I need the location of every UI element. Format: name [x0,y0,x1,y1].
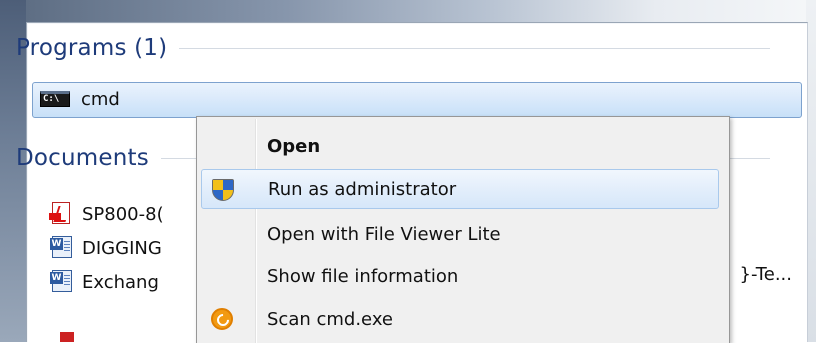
menu-item-open[interactable]: Open [199,126,723,166]
programs-header-label: Programs (1) [16,35,168,61]
menu-item-scan-cmd[interactable]: Scan cmd.exe [199,299,723,339]
pdf-icon [49,202,74,226]
document-label: Exchang [82,271,159,293]
menu-item-run-as-administrator[interactable]: Run as administrator [201,169,719,209]
menu-item-label: Open [267,135,321,157]
group-divider [179,47,770,49]
menu-item-label: Run as administrator [268,178,457,200]
menu-item-show-file-information[interactable]: Show file information [199,256,723,296]
document-label: DIGGING [82,237,162,259]
document-result-1[interactable]: SP800-8( [49,197,164,231]
document-result-2[interactable]: DIGGING [50,231,162,265]
antivirus-scan-icon [211,308,233,330]
word-document-icon [50,236,74,260]
menu-item-label: Open with File Viewer Lite [267,223,501,245]
menu-item-label: Scan cmd.exe [267,308,393,330]
pdf-icon [60,332,74,342]
documents-header-label: Documents [16,145,149,171]
document-result-3[interactable]: Exchang [50,265,159,299]
word-document-icon [50,270,74,294]
program-result-label: cmd [81,89,120,110]
context-menu: Open Run as administrator Open with File… [196,116,730,343]
command-prompt-icon: C:\ [40,91,70,107]
document-label: SP800-8( [82,203,164,225]
frame-top-border [0,0,820,22]
menu-item-label: Show file information [267,265,459,287]
programs-group-header: Programs (1) [16,33,770,63]
frame-right-highlight [816,0,820,342]
uac-shield-icon [212,179,234,201]
program-result-cmd[interactable]: C:\ cmd [32,82,802,118]
menu-item-open-with-file-viewer-lite[interactable]: Open with File Viewer Lite [199,214,723,254]
document-label-overflow: }-Te... [739,264,792,285]
